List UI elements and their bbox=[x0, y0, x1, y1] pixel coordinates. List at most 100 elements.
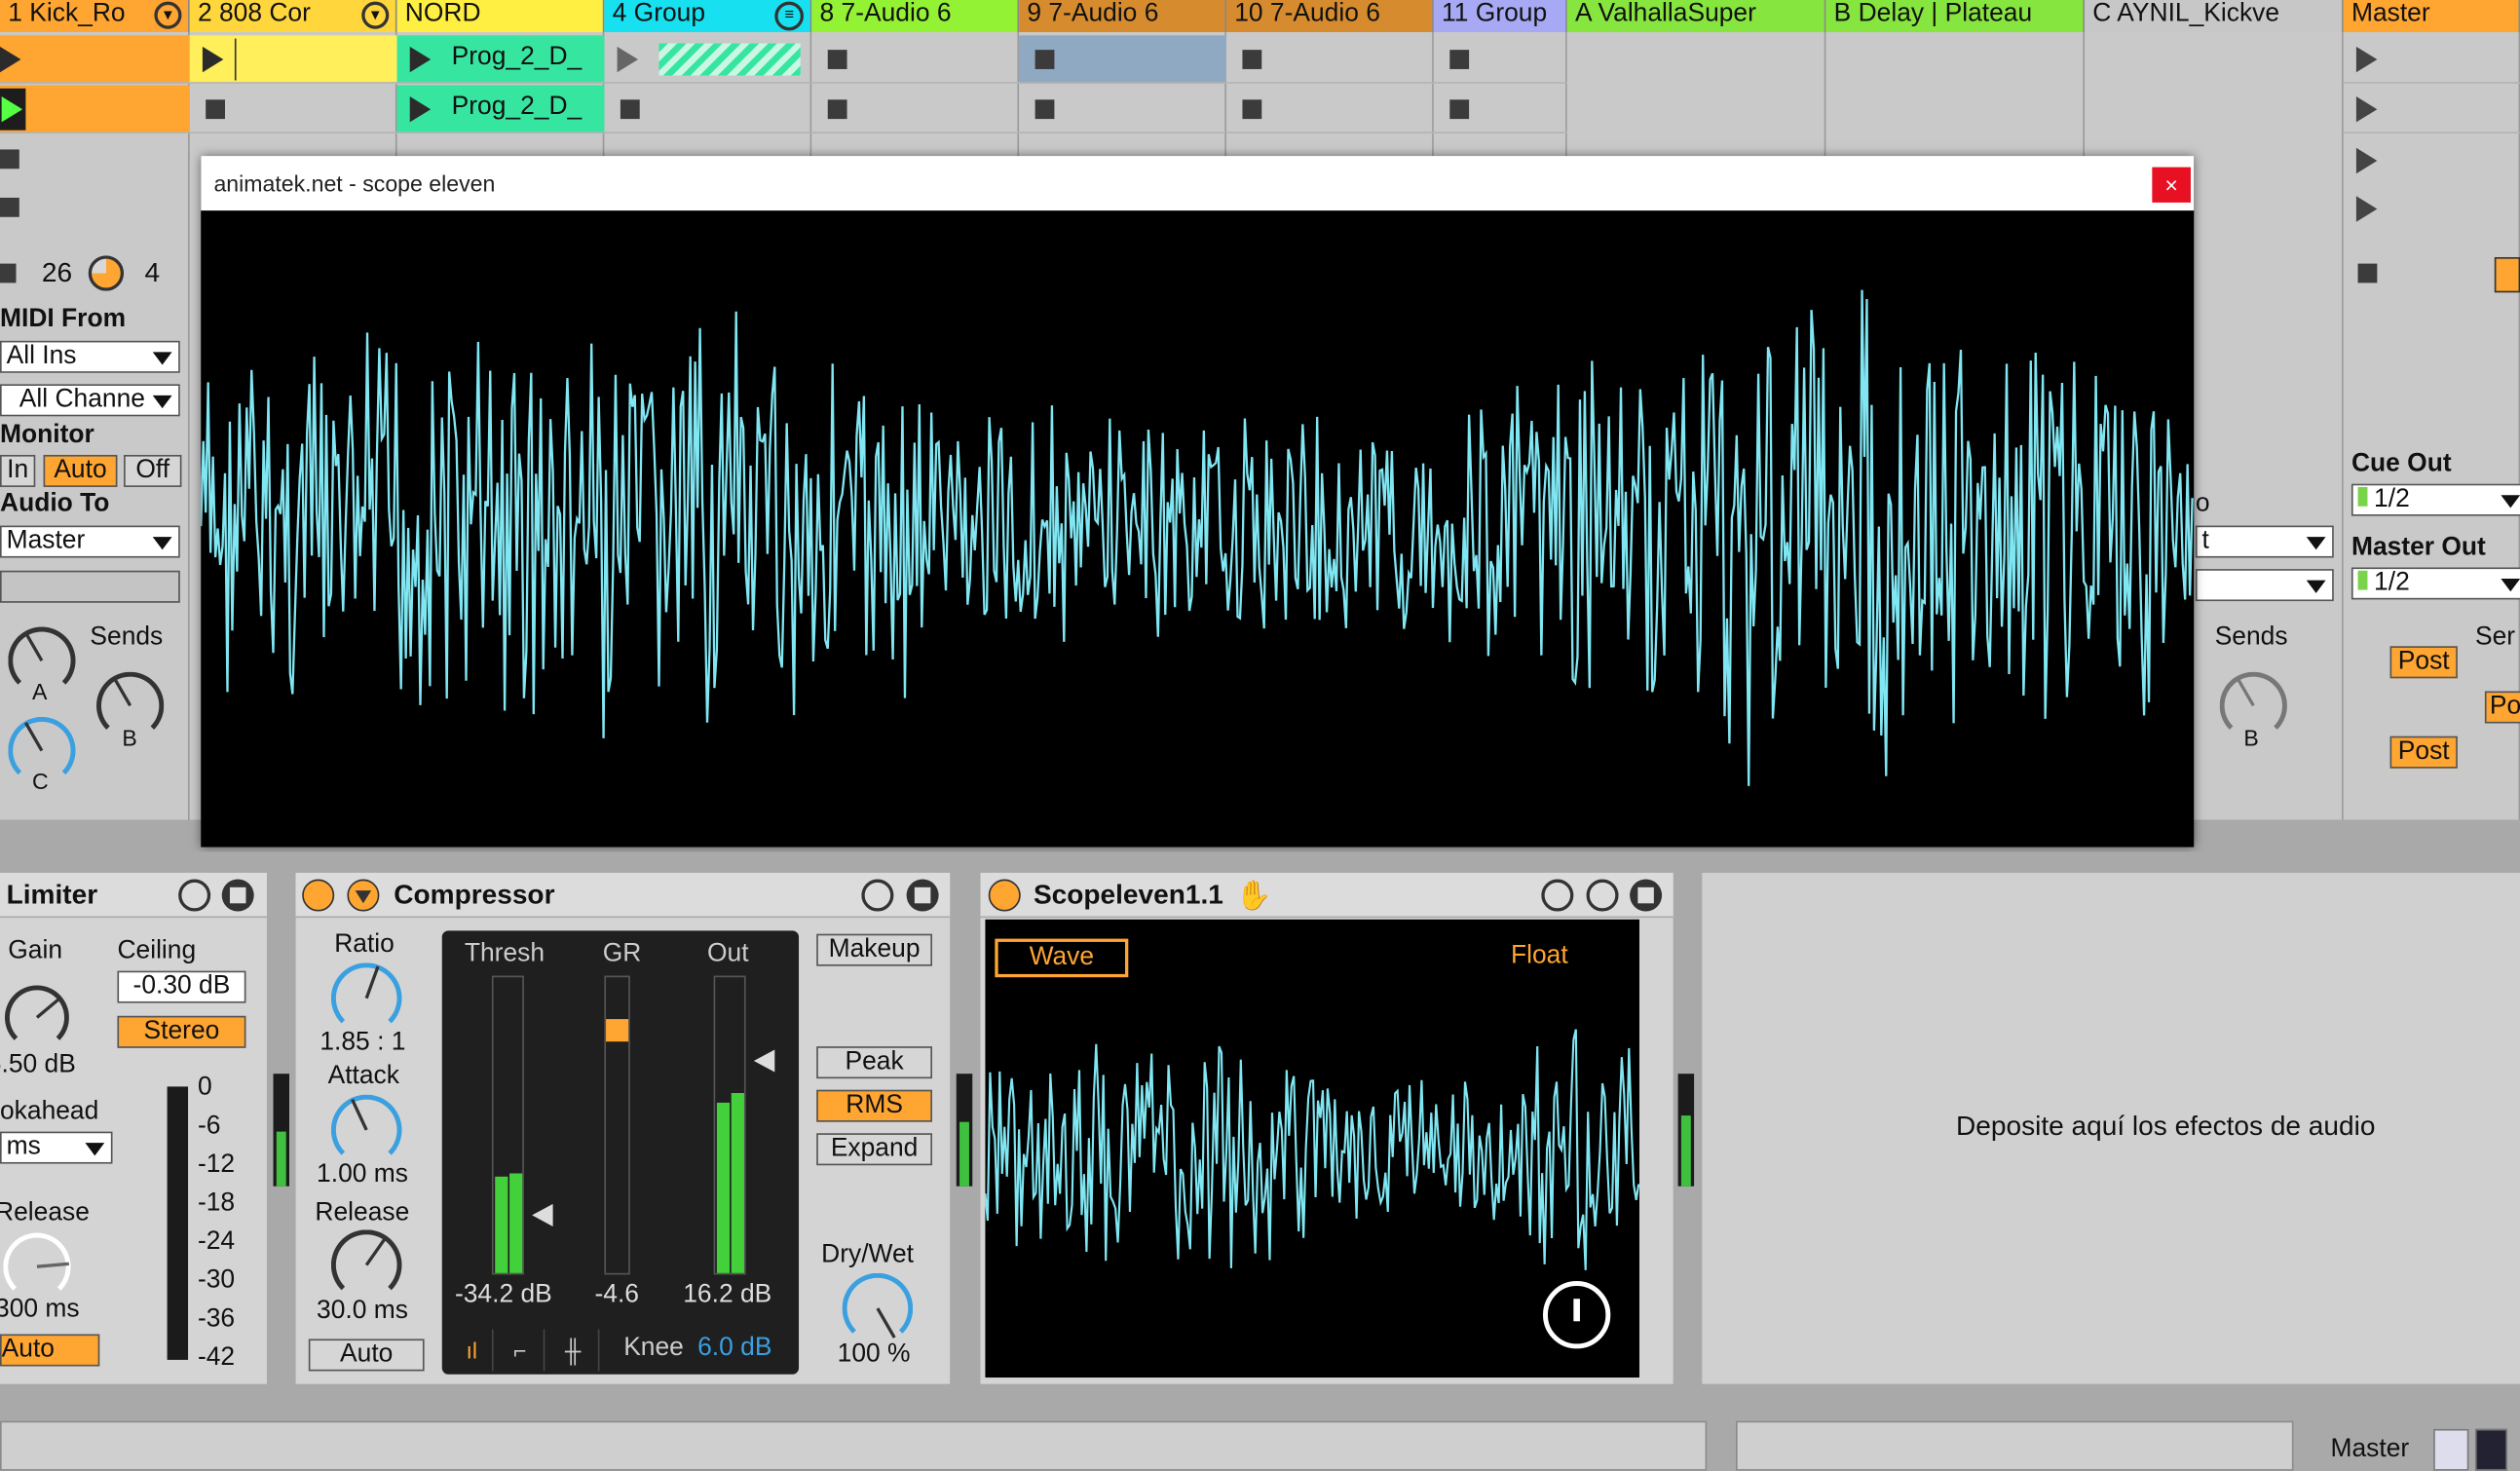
clip-nord-1[interactable]: Prog_2_D_ bbox=[396, 35, 605, 84]
device-on-icon[interactable] bbox=[302, 879, 335, 912]
stop-icon[interactable] bbox=[0, 197, 19, 217]
monitor-in-button[interactable]: In bbox=[0, 454, 36, 487]
track-header-1[interactable]: 1 Kick_Ro ▼ bbox=[0, 0, 190, 32]
save-preset-icon[interactable] bbox=[221, 879, 254, 912]
thresh-pointer-icon[interactable] bbox=[532, 1203, 553, 1226]
clip-slot[interactable] bbox=[604, 35, 812, 84]
cue-out-dropdown[interactable]: 1/2 bbox=[2351, 483, 2520, 516]
time-sig-denominator[interactable]: 4 bbox=[145, 257, 161, 289]
expand-button[interactable]: Expand bbox=[816, 1133, 932, 1166]
scene-launch[interactable] bbox=[2343, 85, 2520, 133]
stop-icon[interactable] bbox=[1034, 50, 1055, 69]
out-meter[interactable] bbox=[713, 975, 746, 1275]
stop-icon[interactable] bbox=[620, 99, 640, 120]
hot-swap-icon[interactable] bbox=[861, 879, 894, 912]
scene-play-icon[interactable] bbox=[2355, 196, 2378, 222]
hot-swap-icon[interactable] bbox=[1586, 879, 1619, 912]
monitor-off-button[interactable]: Off bbox=[124, 454, 182, 487]
monitor-auto-button[interactable]: Auto bbox=[43, 454, 118, 487]
knee-value[interactable]: 6.0 dB bbox=[697, 1335, 771, 1364]
device-on-icon[interactable] bbox=[988, 879, 1021, 912]
clip-slot[interactable] bbox=[0, 35, 190, 84]
attack-knob[interactable] bbox=[330, 1094, 402, 1166]
clip-slot[interactable] bbox=[1225, 85, 1434, 133]
clip-slot[interactable] bbox=[0, 85, 190, 133]
scene-play-icon[interactable] bbox=[2355, 147, 2378, 174]
group-list-icon[interactable]: ≡ bbox=[774, 1, 804, 31]
lookahead-dropdown[interactable]: ms bbox=[0, 1131, 113, 1164]
rms-button[interactable]: RMS bbox=[816, 1089, 932, 1122]
midi-from-dropdown[interactable]: All Ins bbox=[0, 340, 180, 373]
return-c-output-dropdown[interactable]: t bbox=[2195, 525, 2334, 558]
activity-view-icon[interactable]: ╫ bbox=[548, 1329, 600, 1372]
stop-icon[interactable] bbox=[1449, 50, 1470, 69]
status-field-left[interactable] bbox=[0, 1420, 1708, 1471]
fold-icon[interactable]: ▼ bbox=[154, 1, 182, 29]
stereo-button[interactable]: Stereo bbox=[117, 1015, 246, 1048]
clip-slot[interactable] bbox=[1225, 35, 1434, 84]
master-header[interactable]: Master bbox=[2343, 0, 2520, 32]
transfer-curve-icon[interactable]: ⌐ bbox=[497, 1329, 545, 1372]
play-icon[interactable] bbox=[0, 46, 21, 73]
peak-button[interactable]: Peak bbox=[816, 1046, 932, 1079]
track-header-2[interactable]: 2 808 Cor ▼ bbox=[189, 0, 397, 32]
fold-icon[interactable]: ▼ bbox=[361, 1, 390, 29]
play-icon[interactable] bbox=[1, 96, 23, 123]
stop-all-clips[interactable] bbox=[2357, 263, 2378, 283]
hot-swap-icon[interactable] bbox=[178, 879, 211, 912]
wave-mode-button[interactable]: Wave bbox=[995, 938, 1129, 978]
clip-nord-2[interactable]: Prog_2_D_ bbox=[396, 85, 605, 133]
track-header-5[interactable]: 8 7-Audio 6 bbox=[811, 0, 1020, 32]
stop-icon[interactable] bbox=[1449, 99, 1470, 120]
gain-knob[interactable] bbox=[4, 985, 69, 1050]
master-out-dropdown[interactable]: 1/2 bbox=[2351, 567, 2520, 600]
post-button-c[interactable]: Post bbox=[2389, 736, 2458, 769]
play-icon[interactable] bbox=[409, 96, 432, 123]
clip-slot[interactable] bbox=[811, 35, 1020, 84]
play-icon[interactable] bbox=[409, 46, 432, 73]
midi-channel-dropdown[interactable]: All Channe bbox=[0, 384, 180, 417]
makeup-button[interactable]: Makeup bbox=[816, 933, 932, 966]
release-knob[interactable] bbox=[3, 1232, 71, 1301]
stop-icon[interactable] bbox=[1242, 50, 1262, 69]
save-preset-icon[interactable] bbox=[1630, 879, 1663, 912]
post-button-a[interactable]: Post bbox=[2389, 646, 2458, 679]
clip-slot[interactable] bbox=[604, 85, 812, 133]
clip-slot[interactable] bbox=[1433, 35, 1567, 84]
track-header-8[interactable]: 11 Group bbox=[1433, 0, 1567, 32]
scene-play-icon[interactable] bbox=[2355, 46, 2378, 73]
clip-slot[interactable] bbox=[1019, 85, 1226, 133]
clip-slot[interactable] bbox=[811, 85, 1020, 133]
return-header-a[interactable]: A ValhallaSuper bbox=[1566, 0, 1826, 32]
window-title-bar[interactable]: animatek.net - scope eleven × bbox=[201, 156, 2195, 211]
track-header-3[interactable]: NORD bbox=[396, 0, 605, 32]
track-header-4[interactable]: 4 Group ≡ bbox=[604, 0, 812, 32]
float-toggle[interactable]: Float bbox=[1511, 942, 1568, 971]
status-field-right[interactable] bbox=[1736, 1420, 2294, 1471]
clip-slot[interactable] bbox=[189, 85, 397, 133]
overview-thumbnail-icon[interactable] bbox=[2433, 1428, 2469, 1471]
play-icon[interactable] bbox=[617, 46, 639, 73]
empty-field[interactable] bbox=[0, 570, 180, 603]
clip-slot[interactable] bbox=[189, 35, 397, 84]
clip-slot[interactable] bbox=[1433, 85, 1567, 133]
post-button-b[interactable]: Po bbox=[2484, 691, 2520, 724]
auto-button[interactable]: Auto bbox=[0, 1334, 100, 1367]
out-pointer-icon[interactable] bbox=[753, 1049, 775, 1073]
audio-effects-drop-zone[interactable]: Deposite aquí los efectos de audio bbox=[1702, 872, 2520, 1384]
ratio-knob[interactable] bbox=[330, 962, 402, 1034]
audio-to-dropdown[interactable]: Master bbox=[0, 525, 180, 558]
track-header-7[interactable]: 10 7-Audio 6 bbox=[1225, 0, 1434, 32]
track-stop-button[interactable] bbox=[0, 263, 17, 283]
scene-play-icon[interactable] bbox=[2355, 96, 2378, 123]
window-icon[interactable] bbox=[1541, 879, 1574, 912]
thresh-meter[interactable] bbox=[491, 975, 524, 1275]
power-icon[interactable] bbox=[1543, 1281, 1611, 1349]
play-icon[interactable] bbox=[202, 46, 224, 73]
stop-icon[interactable] bbox=[206, 99, 225, 120]
drywet-knob[interactable] bbox=[842, 1272, 914, 1344]
track-header-6[interactable]: 9 7-Audio 6 bbox=[1019, 0, 1226, 32]
meter-thumbnail-icon[interactable] bbox=[2475, 1428, 2507, 1471]
clip-slot-selected[interactable] bbox=[1019, 35, 1226, 84]
stop-icon[interactable] bbox=[827, 50, 847, 69]
